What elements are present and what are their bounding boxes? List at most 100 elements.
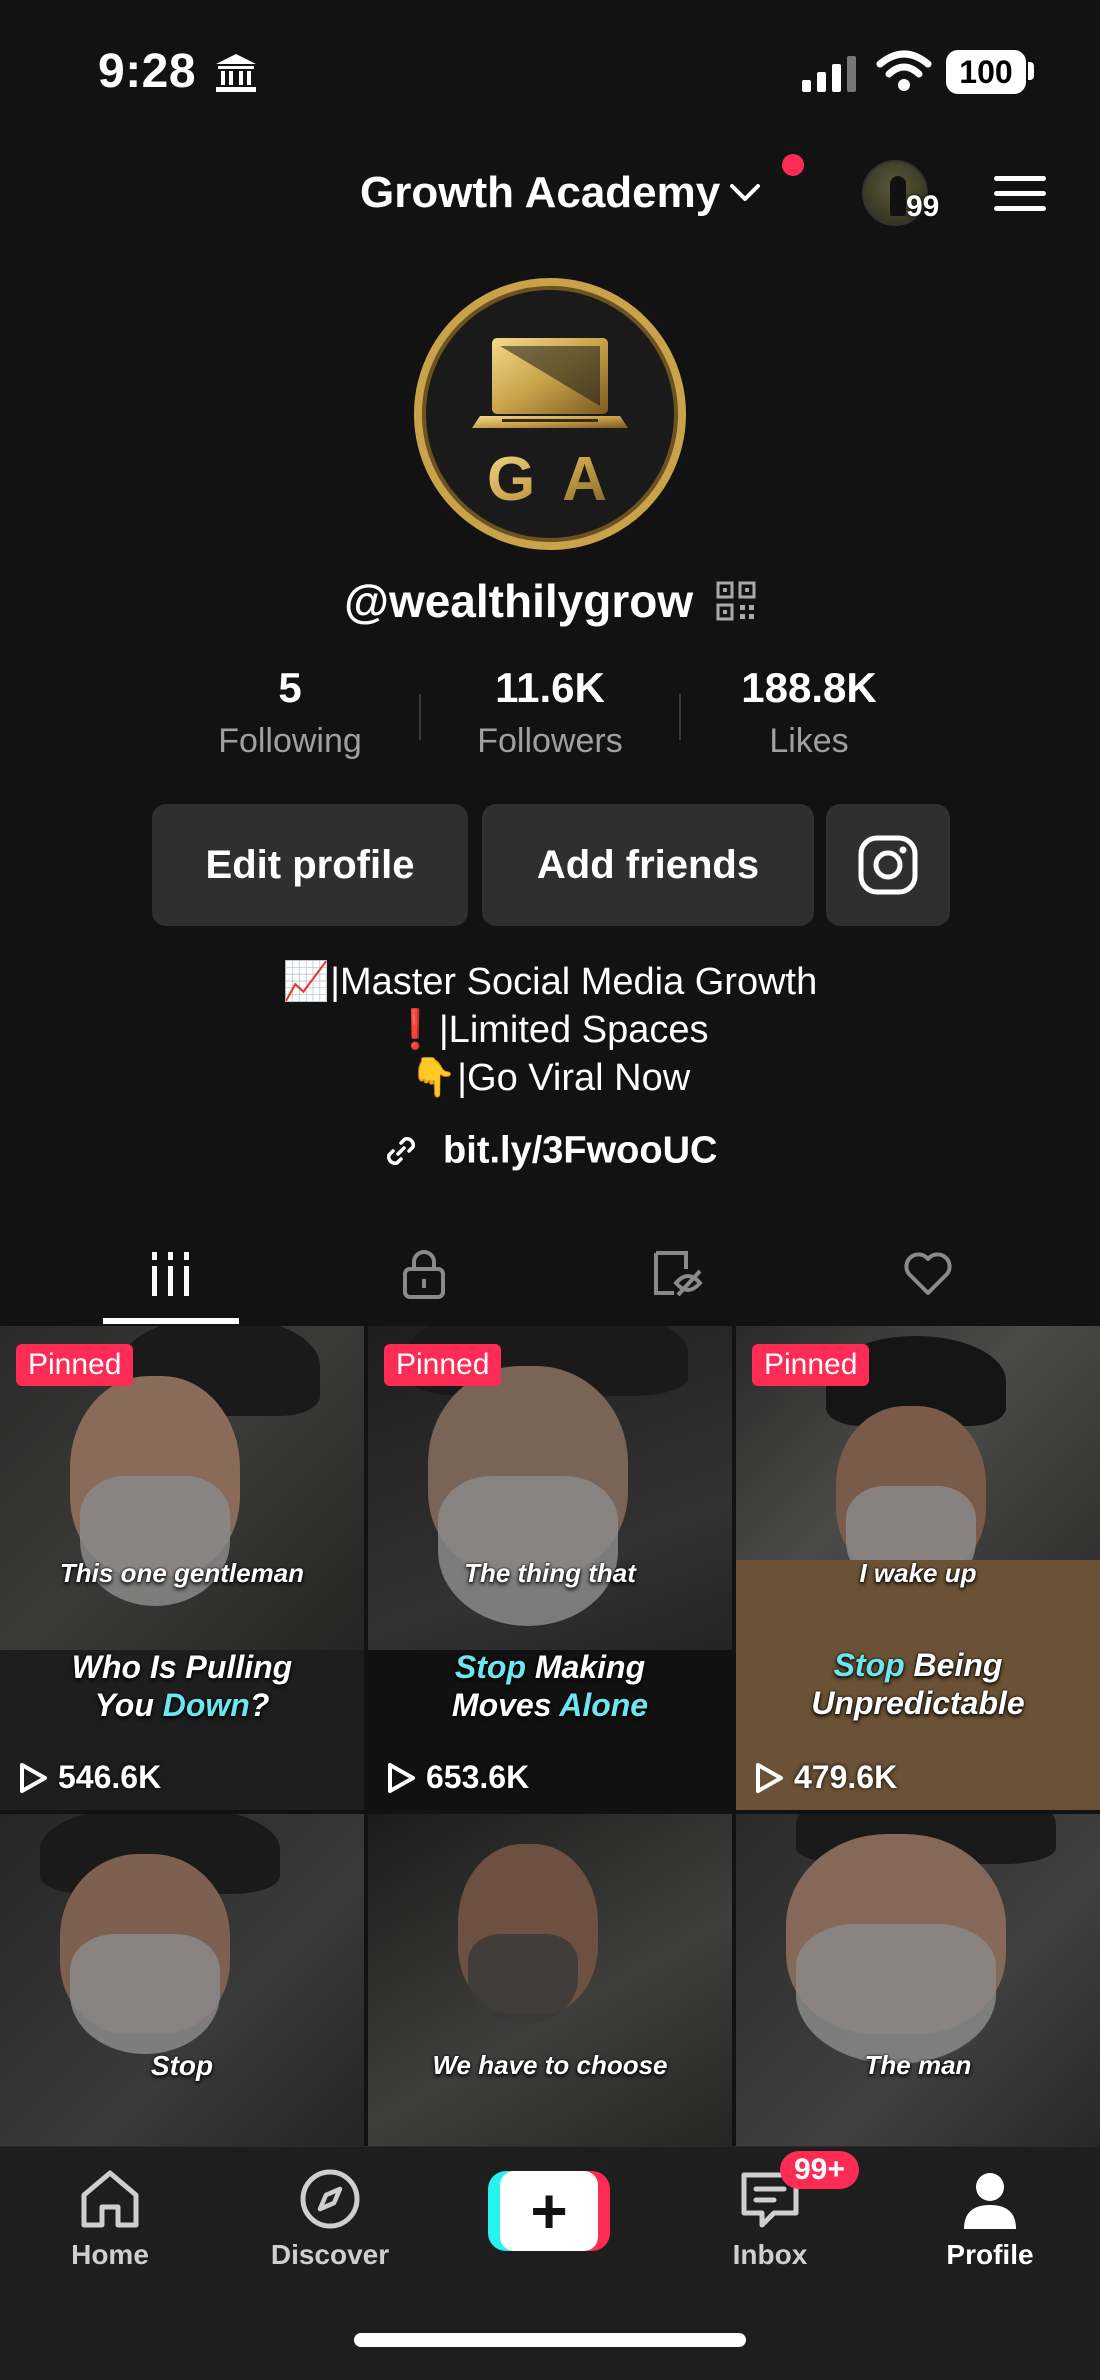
home-indicator: [354, 2333, 746, 2347]
profile-bio: 📈|Master Social Media Growth ❗️|Limited …: [0, 958, 1100, 1102]
status-time: 9:28: [98, 45, 197, 98]
caption-part: Moves: [451, 1687, 560, 1723]
create-button[interactable]: +: [488, 2171, 610, 2251]
following-count: 5: [278, 664, 302, 711]
profile-tabs: [0, 1224, 1100, 1324]
likes-label: Likes: [769, 722, 849, 760]
nav-home-label: Home: [71, 2239, 149, 2270]
bottom-navigation: Home Discover + Inbox 99+ Profile: [0, 2146, 1100, 2380]
profile-avatar[interactable]: G A: [414, 278, 686, 550]
username-row: @wealthilygrow: [0, 570, 1100, 628]
laptop-logo-icon: G A: [472, 338, 628, 514]
nav-home[interactable]: Home: [20, 2167, 200, 2271]
pinned-badge: Pinned: [752, 1344, 870, 1386]
private-lock-icon: [403, 1250, 445, 1299]
edit-profile-button[interactable]: Edit profile: [152, 804, 468, 926]
nav-discover-label: Discover: [270, 2239, 390, 2270]
cellular-signal-icon: [802, 56, 856, 92]
battery-tip: [1028, 62, 1034, 80]
view-count-value: 546.6K: [58, 1759, 162, 1795]
link-text: bit.ly/3FwooUC: [443, 1129, 718, 1172]
chevron-down-icon: [730, 184, 761, 201]
video-caption: I wake up: [859, 1558, 977, 1588]
instagram-icon: [858, 835, 918, 895]
battery-indicator: 100: [946, 50, 1026, 94]
video-caption: The man: [864, 2050, 972, 2080]
bio-line: 👇|Go Viral Now: [409, 1057, 691, 1099]
followers-label: Followers: [477, 722, 623, 760]
video-caption: Stop: [150, 2050, 214, 2081]
profile-link[interactable]: bit.ly/3FwooUC: [0, 1128, 1100, 1172]
status-bar: 9:28 100: [0, 0, 1100, 140]
nav-inbox-label: Inbox: [732, 2239, 808, 2270]
instagram-button[interactable]: [826, 804, 950, 926]
profile-icon: [964, 2173, 1016, 2229]
caption-part: You: [94, 1687, 163, 1723]
bio-line: 📈|Master Social Media Growth: [282, 961, 818, 1003]
notification-dot: [782, 154, 804, 176]
reposts-icon: [654, 1251, 703, 1297]
video-tile[interactable]: Pinned This one gentleman Who Is Pulling…: [0, 1326, 364, 1810]
stat-divider: [419, 694, 421, 740]
tab-videos[interactable]: [103, 1224, 239, 1324]
play-icon: [388, 1762, 415, 1793]
view-count-value: 479.6K: [794, 1759, 898, 1795]
caption-highlight: Down: [162, 1687, 250, 1723]
nav-profile-label: Profile: [946, 2239, 1034, 2270]
avatar-count-badge: 99: [906, 190, 940, 223]
caption-highlight: Alone: [559, 1687, 649, 1723]
liked-heart-icon: [904, 1252, 952, 1295]
view-count: 653.6K: [386, 1759, 529, 1796]
video-caption-title: Stop Being Unpredictable: [736, 1646, 1100, 1722]
video-caption: This one gentleman: [59, 1558, 305, 1588]
videos-grid-icon: [152, 1252, 189, 1296]
home-icon: [81, 2170, 139, 2228]
view-count: 546.6K: [18, 1759, 161, 1796]
caption-highlight: Stop: [833, 1647, 905, 1683]
bank-icon: [216, 54, 256, 92]
caption-part: Being: [904, 1647, 1003, 1683]
account-name: Growth Academy: [360, 168, 721, 217]
add-friends-button[interactable]: Add friends: [482, 804, 814, 926]
logo-letters: G A: [487, 445, 613, 514]
stat-likes[interactable]: 188.8K Likes: [699, 664, 919, 761]
likes-count: 188.8K: [741, 664, 877, 711]
account-switcher[interactable]: Growth Academy: [360, 168, 762, 218]
nav-discover[interactable]: Discover: [240, 2167, 420, 2271]
plus-icon: +: [500, 2171, 598, 2251]
caption-part: Making: [525, 1649, 646, 1685]
tab-liked[interactable]: [860, 1224, 996, 1324]
caption-line: Unpredictable: [811, 1685, 1025, 1721]
followers-count: 11.6K: [495, 664, 605, 711]
nav-profile[interactable]: Profile: [900, 2167, 1080, 2271]
stat-followers[interactable]: 11.6K Followers: [440, 664, 660, 761]
pinned-badge: Pinned: [16, 1344, 134, 1386]
caption-highlight: Stop: [454, 1649, 526, 1685]
username: @wealthilygrow: [344, 574, 694, 627]
tab-private[interactable]: [356, 1224, 492, 1324]
video-caption: The thing that: [464, 1558, 636, 1588]
video-caption-title: Stop Making Moves Alone: [368, 1648, 732, 1724]
stat-divider: [679, 694, 681, 740]
video-tile[interactable]: Pinned The thing that Stop Making Moves …: [368, 1326, 732, 1810]
pinned-badge: Pinned: [384, 1344, 502, 1386]
link-icon: [387, 1136, 416, 1165]
caption-part: ?: [249, 1687, 270, 1723]
view-count: 479.6K: [754, 1759, 897, 1796]
menu-icon[interactable]: [992, 172, 1048, 216]
play-icon: [756, 1762, 783, 1793]
view-count-value: 653.6K: [426, 1759, 530, 1795]
stat-following[interactable]: 5 Following: [180, 664, 400, 761]
video-grid: Pinned This one gentleman Who Is Pulling…: [0, 1326, 1100, 2298]
play-icon: [20, 1762, 47, 1793]
qr-code-icon[interactable]: [716, 581, 756, 621]
bio-line: ❗️|Limited Spaces: [391, 1009, 709, 1051]
video-caption: We have to choose: [432, 2050, 668, 2080]
inbox-badge: 99+: [780, 2151, 859, 2189]
video-tile[interactable]: Pinned I wake up Stop Being Unpredictabl…: [736, 1326, 1100, 1810]
tab-reposts[interactable]: [610, 1224, 746, 1324]
video-caption-title: Who Is Pulling You Down?: [0, 1648, 364, 1724]
profile-stats: 5 Following 11.6K Followers 188.8K Likes: [0, 664, 1100, 774]
caption-line: Who Is Pulling: [71, 1649, 293, 1685]
active-tab-indicator: [103, 1318, 239, 1324]
